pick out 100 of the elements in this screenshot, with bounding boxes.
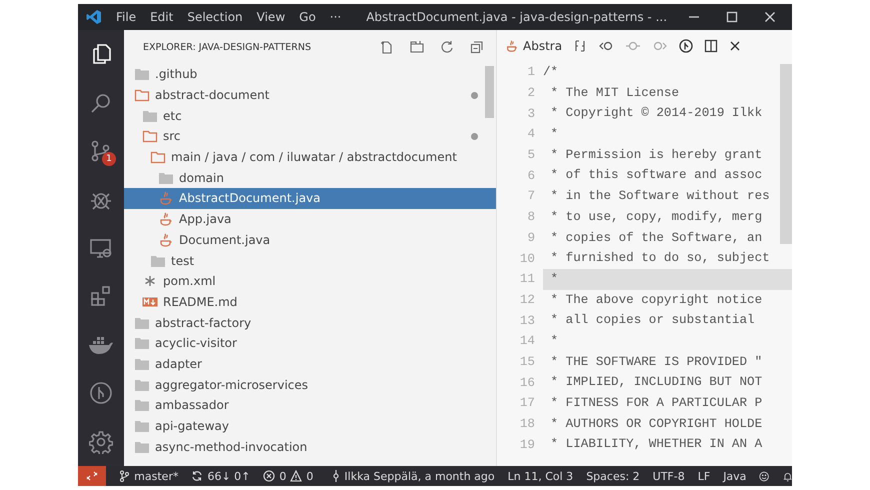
indentation-indicator[interactable]: Spaces: 2 [586,470,640,482]
problems-indicator[interactable]: 0 0 [263,470,314,482]
scrollbar-thumb[interactable] [780,64,792,244]
encoding-indicator[interactable]: UTF-8 [652,470,685,482]
tree-item[interactable]: adapter [124,354,496,374]
tree-item-label: main / java / com / iluwatar / abstractdocument [171,150,458,164]
tree-item-label: ambassador [155,398,230,412]
line-number: 5 [526,148,536,162]
tree-item-label: api-gateway [155,419,230,434]
blame-indicator[interactable]: Ilkka Seppälä, a month ago [332,470,495,482]
branch-icon [119,470,130,482]
tree-item[interactable]: test [124,250,496,271]
menu-item[interactable]: View [256,10,286,24]
code-line: * THE SOFTWARE IS PROVIDED " [550,354,764,371]
line-number: 15 [518,354,536,369]
window-title: AbstractDocument.java - java-design-patterns - ... [365,10,668,24]
code-line: * [550,126,560,144]
menu-item[interactable]: Go [299,10,316,24]
menu-item[interactable]: File [116,10,136,24]
sync-indicator[interactable]: 66↓ 0↑ [191,470,250,482]
scrollbar-thumb[interactable] [485,66,494,118]
new-file-icon[interactable] [380,40,394,54]
code-line: * in the Software without res [550,188,771,206]
tree-item[interactable]: api-gateway [124,416,496,436]
smiley-icon[interactable] [759,470,770,482]
code-line: * to use, copy, modify, merg [550,208,764,226]
tree-item[interactable]: domain [124,167,496,188]
code-line: * IMPLIED, INCLUDING BUT NOT [550,374,764,392]
tree-item[interactable]: abstract-factory [124,312,496,333]
compare-changes-icon[interactable] [573,39,588,53]
coffee-cup-icon [158,191,174,206]
tree-item-label: AbstractDocument.java [179,191,322,206]
remote-button[interactable] [78,466,106,486]
tree-item-label: abstract-document [155,88,270,102]
settings-icon [89,430,113,454]
git-graph-icon [89,381,113,406]
tree-item-label: README.md [163,294,238,309]
line-number: 17 [518,396,536,410]
refresh-icon[interactable] [440,40,454,54]
tree-item[interactable]: README.md [124,292,496,312]
tree-item-label: abstract-factory [155,316,252,330]
tree-item[interactable]: aggregator-microservices [124,374,496,395]
explorer-title: EXPLORER: JAVA-DESIGN-PATTERNS [143,42,312,52]
tree-item[interactable]: pom.xml [124,270,496,292]
code-line: * LIABILITY, WHETHER IN AN A [550,436,764,454]
warning-icon [290,470,302,482]
language-indicator[interactable]: Java [723,470,746,482]
tree-item-label: test [171,254,196,268]
branch-indicator[interactable]: master* [119,470,178,482]
error-icon [263,470,276,482]
tree-item[interactable]: AbstractDocument.java [124,188,496,209]
menu-item[interactable]: Edit [150,10,174,24]
line-number: 2 [526,86,536,100]
code-line: * The MIT License [550,84,680,102]
activity-bar-item[interactable]: 1 [78,126,124,176]
code-line: * AUTHORS OR COPYRIGHT HOLDE [550,416,764,433]
dot-circle-icon[interactable] [625,39,642,53]
tree-item[interactable]: App.java [124,208,496,230]
collapse-all-icon[interactable] [470,40,484,54]
history-icon[interactable] [679,39,694,53]
cursor-position[interactable]: Ln 11, Col 3 [508,470,574,482]
tree-item-label: .github [155,67,198,82]
code-editor-logo-icon [86,9,102,25]
code-line: * furnished to do so, subject [550,250,771,268]
line-number: 1 [526,65,536,80]
tree-item[interactable]: abstract-document [124,84,496,106]
sync-icon [191,470,204,482]
code-line: * of this software and assoc [550,167,764,184]
coffee-cup-icon [505,39,519,53]
tree-item[interactable]: .github [124,64,496,85]
menu-item[interactable]: ··· [330,10,342,24]
menu-item[interactable]: Selection [187,10,243,24]
tree-item-label: adapter [155,356,203,371]
line-number: 14 [518,334,536,348]
extensions-icon [89,284,113,308]
tree-item[interactable]: acyclic-visitor [124,332,496,354]
tree-item[interactable]: ambassador [124,395,496,416]
new-folder-icon[interactable] [410,40,424,54]
line-number: 12 [518,292,536,307]
split-editor-icon[interactable] [704,39,718,53]
code-line: * Copyright © 2014-2019 Ilkk [550,105,764,122]
line-number: 13 [518,314,536,328]
code-line: /* [543,64,560,81]
coffee-cup-icon [158,232,174,247]
tree-item-label: etc [163,108,183,123]
tree-item[interactable]: async-method-invocation [124,436,496,458]
tree-item-label: acyclic-visitor [155,336,238,350]
close-icon[interactable] [729,40,742,52]
maximize-icon[interactable] [726,11,738,23]
tree-item[interactable]: main / java / com / iluwatar / abstractdocument [124,146,496,168]
code-line: * The above copyright notice [550,292,764,309]
editor-tab[interactable]: Abstra [505,39,562,53]
line-ending-indicator[interactable]: LF [698,470,710,482]
line-number: 6 [526,168,536,183]
tree-item[interactable]: Document.java [124,230,496,250]
tree-item[interactable]: etc [124,105,496,126]
line-number: 9 [526,230,536,245]
previous-change-icon[interactable] [598,39,614,53]
tree-item[interactable]: src [124,126,496,147]
markdown-icon [142,294,158,309]
